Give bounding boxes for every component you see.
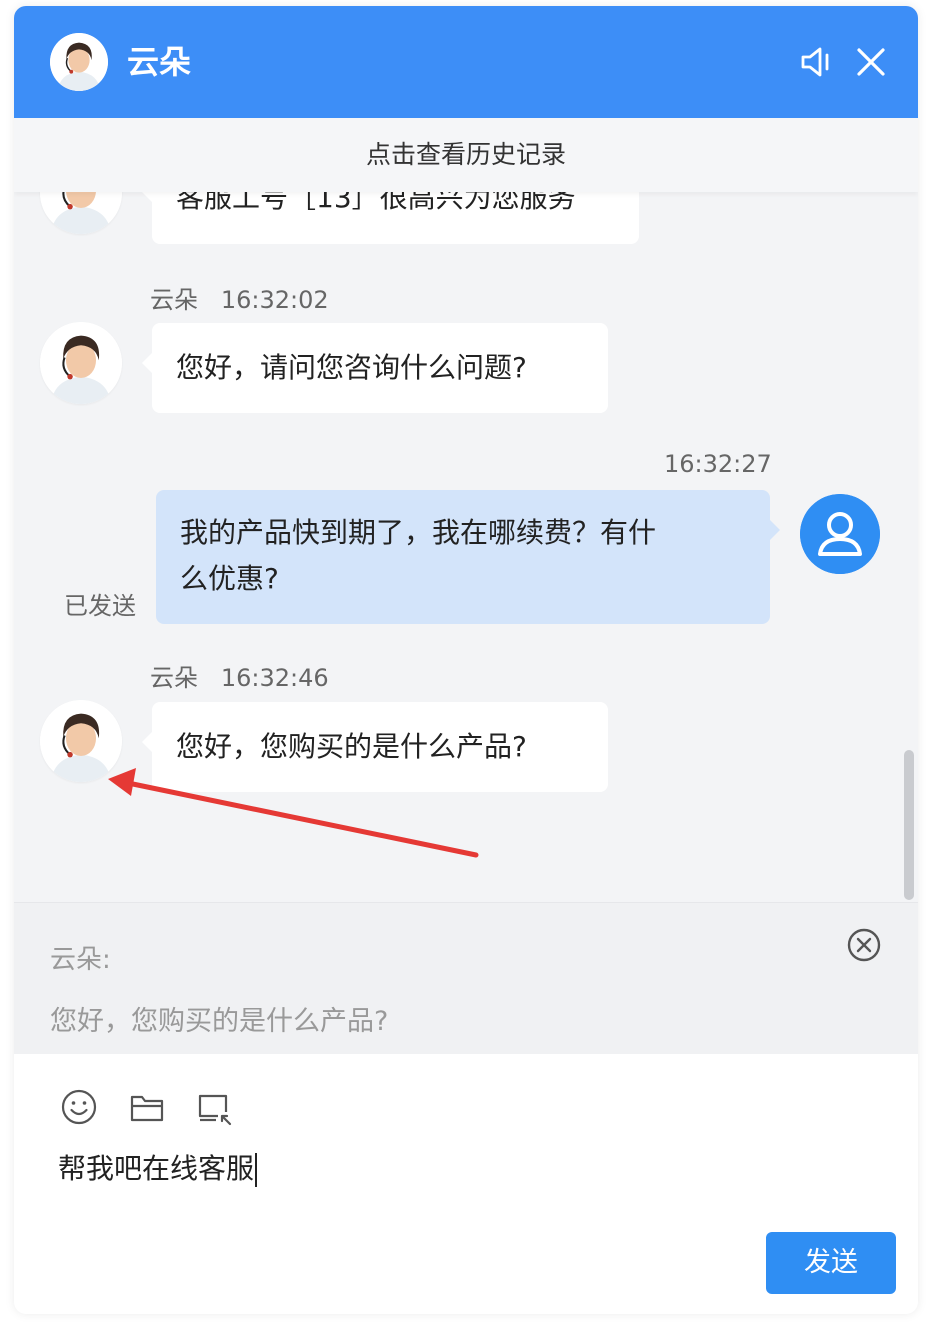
- send-button[interactable]: 发送: [766, 1232, 896, 1294]
- folder-icon[interactable]: [128, 1088, 166, 1126]
- message-meta: 云朵 16:32:46: [150, 658, 329, 693]
- quote-sender: 云朵:: [50, 945, 111, 975]
- message-bubble: 我的产品快到期了，我在哪续费？有什 么优惠?: [156, 490, 780, 624]
- message-bubble: 客服工号［13］很高兴为您服务: [142, 192, 639, 244]
- close-circle-icon[interactable]: [846, 927, 882, 963]
- sender-name: 云朵: [150, 286, 198, 314]
- emoji-icon[interactable]: [60, 1088, 98, 1126]
- message-input[interactable]: 帮我吧在线客服: [58, 1142, 878, 1202]
- header-title: 云朵: [127, 43, 192, 81]
- chat-scrollbar[interactable]: [904, 750, 914, 900]
- agent-avatar-icon: [40, 322, 122, 404]
- agent-avatar-icon: [40, 192, 122, 234]
- message-text: 您好，请问您咨询什么问题?: [176, 351, 527, 384]
- view-history-link[interactable]: 点击查看历史记录: [14, 118, 918, 192]
- agent-avatar-icon: [50, 33, 108, 91]
- message-text-line: 么优惠?: [180, 562, 279, 595]
- agent-avatar-icon: [40, 700, 122, 782]
- chat-window: 云朵 点击查看历史记录 客服工号［13］很高兴为您服务 云朵 16:32:02 …: [14, 6, 918, 1314]
- sender-name: 云朵: [150, 664, 198, 692]
- input-text: 帮我吧在线客服: [58, 1152, 255, 1185]
- message-list[interactable]: 客服工号［13］很高兴为您服务 云朵 16:32:02 您好，请问您咨询什么问题…: [14, 192, 918, 902]
- message-text-line: 我的产品快到期了，我在哪续费？有什: [180, 516, 657, 549]
- sent-status: 已发送: [64, 592, 136, 620]
- message-meta: 云朵 16:32:02: [150, 280, 329, 315]
- message-text: 您好，您购买的是什么产品?: [176, 730, 527, 763]
- chat-header: 云朵: [14, 6, 918, 118]
- message-time: 16:32:46: [220, 664, 329, 692]
- quoted-message: 云朵: 您好，您购买的是什么产品?: [14, 902, 918, 1055]
- composer: 帮我吧在线客服 发送: [14, 1054, 918, 1314]
- sound-icon[interactable]: [794, 40, 838, 84]
- message-bubble: 您好，请问您咨询什么问题?: [142, 323, 608, 413]
- text-caret: [255, 1153, 258, 1187]
- message-time: 16:32:27: [664, 450, 772, 478]
- message-text: 客服工号［13］很高兴为您服务: [176, 192, 576, 214]
- message-time: 16:32:02: [220, 286, 329, 314]
- screenshot-icon[interactable]: [196, 1088, 234, 1126]
- message-bubble: 您好，您购买的是什么产品?: [142, 702, 608, 792]
- quote-text: 您好，您购买的是什么产品?: [50, 1006, 389, 1037]
- user-avatar-icon: [800, 494, 880, 574]
- close-icon[interactable]: [849, 40, 893, 84]
